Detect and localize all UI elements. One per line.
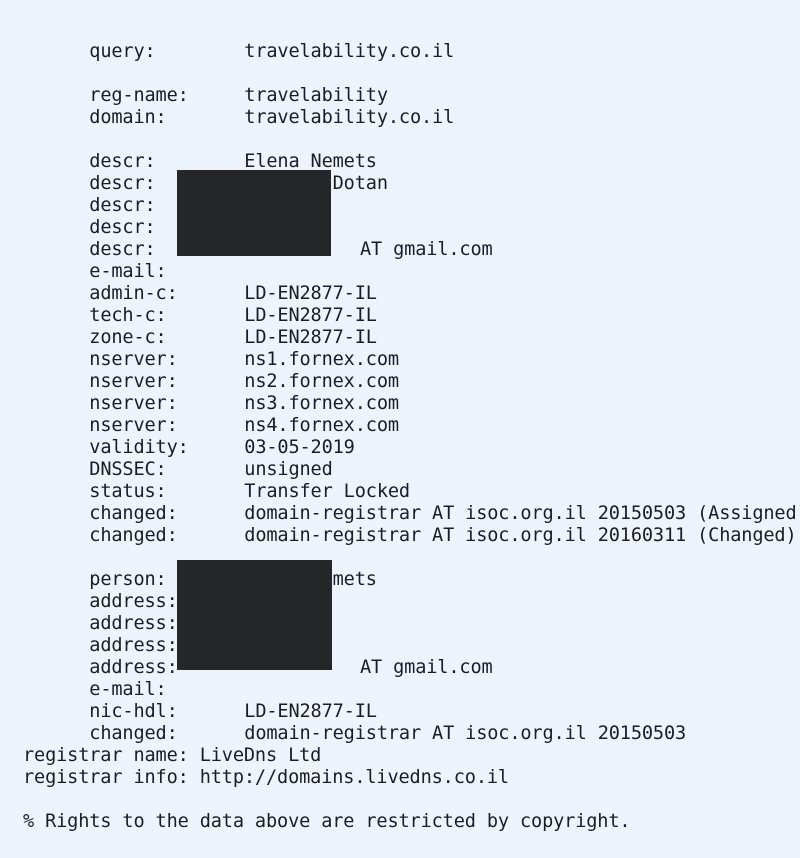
record-line: admin-c: LD-EN2877-IL [23, 261, 800, 304]
record-line: e-mail: AT gmail.com [23, 657, 800, 700]
redaction-block-address [177, 560, 332, 670]
record-line: person:Elena Nemets [23, 547, 800, 590]
record-line: descr: [23, 195, 800, 238]
record-line: descr: [23, 217, 800, 260]
redaction-block-descr [177, 170, 331, 256]
record-line: reg-name: travelability [23, 63, 800, 106]
record-line: nserver: ns2.fornex.com [23, 349, 800, 392]
record-line: query: travelability.co.il [23, 19, 800, 62]
record-line: nic-hdl: LD-EN2877-IL [23, 679, 800, 722]
domain-block: descr:Elena Nemets descr:59 Emek Dotan d… [23, 129, 800, 546]
registrar-block: registrar name: LiveDns Ltd registrar in… [23, 745, 800, 789]
record-line: DNSSEC: unsigned [23, 437, 800, 480]
notice-block: % Rights to the data above are restricte… [23, 811, 800, 833]
record-line: e-mail: AT gmail.com [23, 239, 800, 282]
person-block: person:Elena Nemets address: address: ad… [23, 547, 800, 744]
record-line: changed: domain-registrar AT isoc.org.il … [23, 481, 800, 524]
record-line: address: [23, 613, 800, 656]
record-line: address: [23, 569, 800, 612]
record-line: address: [23, 591, 800, 634]
query-block: query: travelability.co.il [23, 19, 800, 62]
record-line: status: Transfer Locked [23, 459, 800, 502]
record-line: descr:59 Emek Dotan [23, 151, 800, 194]
record-line: domain: travelability.co.il [23, 85, 800, 128]
record-line: validity: 03-05-2019 [23, 415, 800, 458]
email-domain-suffix: AT gmail.com [360, 239, 493, 260]
record-line: tech-c: LD-EN2877-IL [23, 283, 800, 326]
record-line: descr: Elena Nemets [23, 129, 800, 172]
email-domain-suffix: AT gmail.com [360, 657, 493, 678]
record-line: changed: domain-registrar AT isoc.org.il … [23, 503, 800, 546]
record-line: descr: [23, 173, 800, 216]
copyright-notice: % Rights to the data above are restricte… [23, 811, 631, 832]
whois-output-panel: query: travelability.co.il reg-name: trave… [0, 0, 800, 858]
registrar-info-line: registrar info: http://domains.livedns.c… [23, 767, 509, 788]
record-line: zone-c: LD-EN2877-IL [23, 305, 800, 348]
record-line: nserver: ns4.fornex.com [23, 393, 800, 436]
record-line: changed: domain-registrar AT isoc.org.il … [23, 701, 800, 744]
record-line: address: [23, 635, 800, 678]
record-line: nserver: ns1.fornex.com [23, 327, 800, 370]
registration-block: reg-name: travelability domain: travelabil… [23, 63, 800, 128]
record-line: nserver: ns3.fornex.com [23, 371, 800, 414]
registrar-name-line: registrar name: LiveDns Ltd [23, 745, 322, 766]
